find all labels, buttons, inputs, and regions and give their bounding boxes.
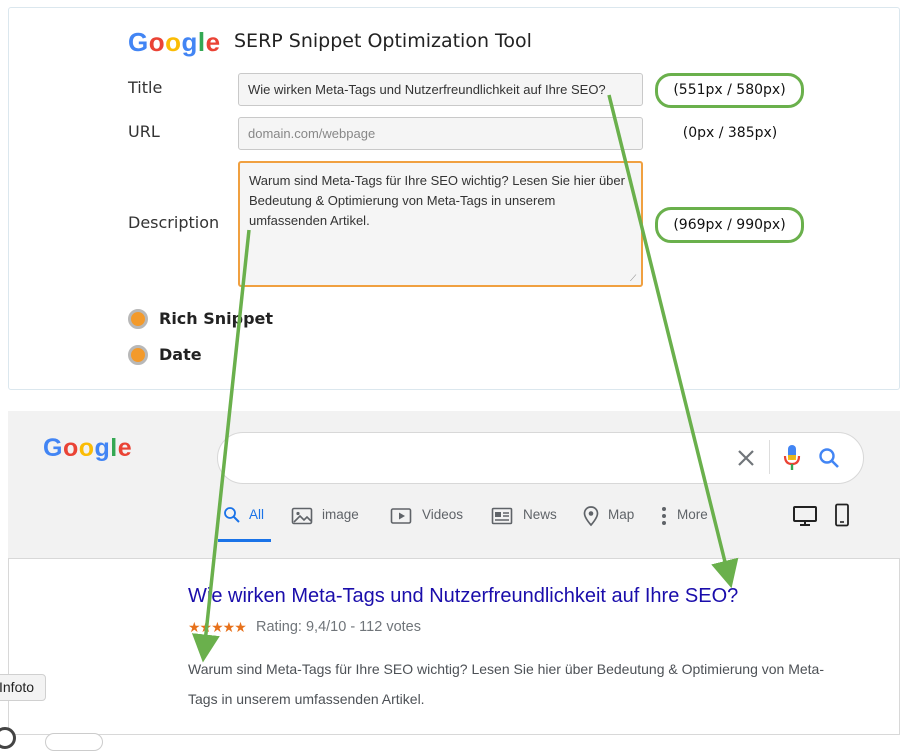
floating-pill-button[interactable] [45, 733, 103, 751]
microphone-icon[interactable] [780, 443, 804, 473]
description-label: Description [128, 213, 220, 232]
search-divider [769, 440, 770, 474]
tab-videos[interactable]: Videos [390, 505, 470, 529]
url-label: URL [128, 122, 160, 141]
description-textarea[interactable]: Warum sind Meta-Tags für Ihre SEO wichti… [238, 161, 643, 287]
tab-more-label: More [677, 507, 708, 522]
google-logo: Google [128, 27, 221, 57]
tab-news[interactable]: News [491, 505, 571, 529]
rating-text: Rating: 9,4/10 - 112 votes [256, 619, 421, 635]
url-input[interactable] [238, 117, 643, 150]
more-vertical-icon [662, 507, 666, 525]
serp-google-logo: Google [43, 434, 133, 462]
desktop-icon[interactable] [792, 505, 818, 527]
video-icon [390, 508, 412, 524]
description-pixel-counter: (969px / 990px) [655, 207, 804, 243]
search-icon[interactable] [817, 446, 841, 470]
result-description: Warum sind Meta-Tags für Ihre SEO wichti… [188, 661, 825, 707]
close-icon[interactable] [734, 446, 758, 470]
info-tooltip: Infoto [0, 674, 46, 701]
image-icon [291, 507, 313, 525]
map-pin-icon [583, 506, 599, 527]
title-input[interactable] [238, 73, 643, 106]
search-icon [224, 507, 240, 523]
resize-grip-icon[interactable]: ⟋ [630, 274, 640, 284]
tab-all-label: All [249, 507, 265, 522]
rich-snippet-label[interactable]: Rich Snippet [159, 309, 273, 328]
floating-chat-icon[interactable] [0, 727, 16, 749]
title-label: Title [128, 78, 163, 97]
rich-snippet-radio[interactable] [128, 309, 148, 329]
news-icon [491, 507, 513, 525]
result-title-link[interactable]: Wie wirken Meta-Tags und Nutzerfreundlic… [188, 585, 738, 608]
title-pixel-counter: (551px / 580px) [655, 73, 804, 108]
tab-map[interactable]: Map [581, 505, 651, 529]
tab-all[interactable]: All [222, 505, 272, 543]
tab-image[interactable]: image [291, 505, 371, 529]
tab-news-label: News [523, 507, 557, 522]
tab-more[interactable]: More [657, 505, 717, 529]
tool-heading: SERP Snippet Optimization Tool [234, 30, 532, 52]
active-tab-indicator [218, 539, 271, 542]
tab-image-label: image [322, 507, 359, 522]
search-box[interactable] [217, 432, 864, 484]
rating-stars: ★★★★★ [188, 620, 247, 636]
tab-videos-label: Videos [422, 507, 464, 522]
date-radio[interactable] [128, 345, 148, 365]
mobile-icon[interactable] [833, 503, 851, 527]
date-label[interactable]: Date [159, 345, 202, 364]
url-pixel-counter: (0px / 385px) [682, 125, 778, 141]
tab-map-label: Map [608, 507, 635, 522]
